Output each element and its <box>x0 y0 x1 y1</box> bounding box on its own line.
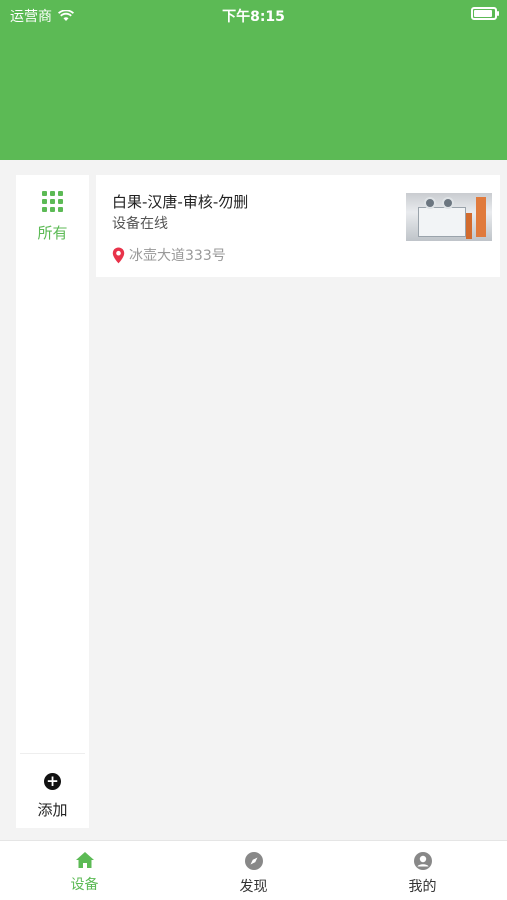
status-bar: 运营商 下午8:15 <box>0 0 507 30</box>
battery-fill <box>474 10 492 17</box>
category-label: 所有 <box>37 224 68 242</box>
category-sidebar: 所有 + 添加 <box>16 175 89 828</box>
tab-label: 我的 <box>408 879 437 895</box>
tab-devices[interactable]: 设备 <box>0 841 169 900</box>
tab-mine[interactable]: 我的 <box>338 841 507 900</box>
tab-discover[interactable]: 发现 <box>169 841 338 900</box>
status-time: 下午8:15 <box>222 9 285 25</box>
compass-icon <box>244 852 263 870</box>
plus-circle-icon: + <box>44 773 61 790</box>
sidebar-divider <box>20 753 85 754</box>
home-icon <box>75 852 94 868</box>
grid-icon <box>42 191 63 212</box>
tab-label: 发现 <box>239 879 268 895</box>
battery-icon <box>471 7 499 20</box>
bottom-tab-bar: 设备 发现 我的 <box>0 840 507 900</box>
location-pin-icon <box>112 247 125 263</box>
device-location: 冰壶大道333号 <box>112 245 226 265</box>
user-icon <box>413 852 432 870</box>
device-address: 冰壶大道333号 <box>129 248 226 264</box>
device-name: 白果-汉唐-审核-勿删 <box>112 193 249 211</box>
add-label: 添加 <box>37 801 68 819</box>
tab-label: 设备 <box>70 877 99 893</box>
device-thumbnail <box>406 193 492 241</box>
add-category-button[interactable]: + 添加 <box>16 773 89 820</box>
category-item-all[interactable]: 所有 <box>16 191 89 243</box>
device-status: 设备在线 <box>112 216 168 232</box>
device-card[interactable]: 白果-汉唐-审核-勿删 设备在线 冰壶大道333号 <box>96 175 500 277</box>
